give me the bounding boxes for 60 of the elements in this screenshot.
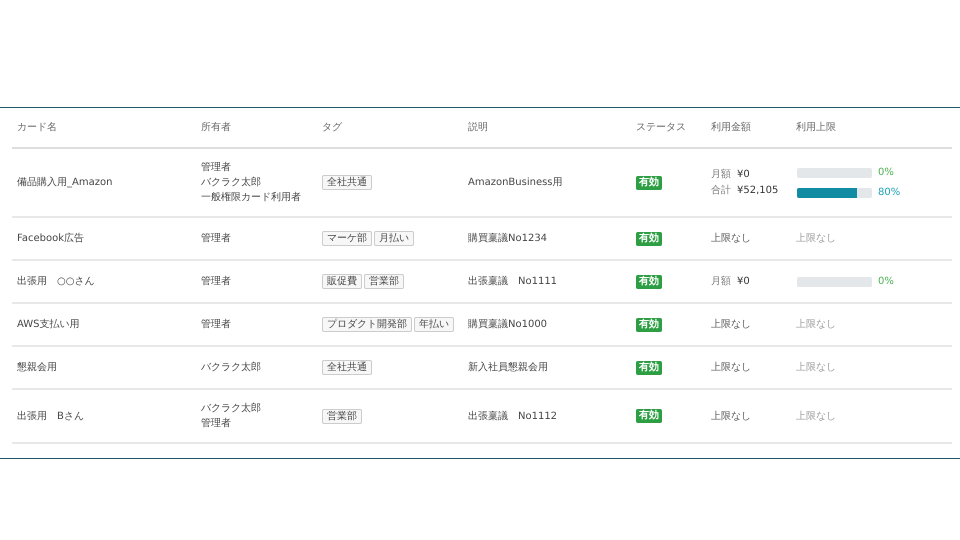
column-header: カード名 [17,121,58,135]
limit-text: 上限なし [796,410,837,424]
amount-value: ¥52,105 [737,184,778,198]
owner-name: 管理者 [201,318,232,332]
owner-name: 一般権限カード利用者 [201,190,302,204]
column-header: 説明 [468,120,489,135]
column-header: 利用金額 [711,120,752,135]
status-badge: 有効 [636,274,662,288]
card-name: Facebook広告 [17,232,85,246]
owner-name: バクラク太郎 [201,176,262,190]
card-name: 出張用 Bさん [17,410,85,424]
description: 出張稟議 No1112 [468,410,558,424]
amount-text: 上限なし [711,232,752,246]
column-header: ステータス [636,121,687,135]
tag: 全社共通 [322,175,372,190]
limit-text: 上限なし [796,318,837,332]
description: AmazonBusiness用 [468,176,564,190]
amount-label: 月額 [711,274,731,288]
amount-value: ¥0 [737,274,750,288]
status-badge: 有効 [636,318,662,332]
card-name: 懇親会用 [17,360,58,375]
card-name: 出張用 ○○さん [17,274,96,289]
owner-name: 管理者 [201,416,232,430]
amount-text: 上限なし [711,318,752,332]
amount-text: 上限なし [711,410,752,424]
status-badge: 有効 [636,232,662,246]
description: 出張稟議 No1111 [468,274,558,289]
tag: 販促費 [322,274,362,289]
column-header: 利用上限 [796,120,837,135]
owner-name: 管理者 [201,160,232,174]
card-name: 備品購入用_Amazon [17,176,114,190]
amount-label: 月額 [711,168,731,182]
amount-text: 上限なし [711,360,752,375]
column-header: タグ [322,121,343,135]
status-badge: 有効 [636,176,662,190]
description: 購買稟議No1000 [468,318,548,332]
status-badge: 有効 [636,360,662,374]
usage-percent: 0% [878,166,894,180]
tag: 営業部 [322,408,362,424]
usage-percent: 0% [878,275,894,289]
limit-text: 上限なし [796,360,837,375]
usage-percent: 80% [878,186,900,200]
tag: マーケ部 [322,231,372,246]
limit-text: 上限なし [796,232,837,246]
amount-label: 合計 [711,184,731,198]
status-badge: 有効 [636,409,662,423]
owner-name: 管理者 [201,232,232,246]
tag: 年払い [414,317,454,332]
owner-name: 管理者 [201,274,232,288]
description: 新入社員懇親会用 [468,360,549,375]
tag: プロダクト開発部 [322,317,412,332]
tag: 営業部 [364,274,404,289]
owner-name: バクラク太郎 [201,360,262,374]
tag: 月払い [374,231,414,246]
tag: 全社共通 [322,360,372,375]
card-name: AWS支払い用 [17,318,81,332]
amount-value: ¥0 [737,168,750,182]
column-header: 所有者 [201,120,232,135]
description: 購買稟議No1234 [468,232,548,246]
owner-name: バクラク太郎 [201,402,262,416]
